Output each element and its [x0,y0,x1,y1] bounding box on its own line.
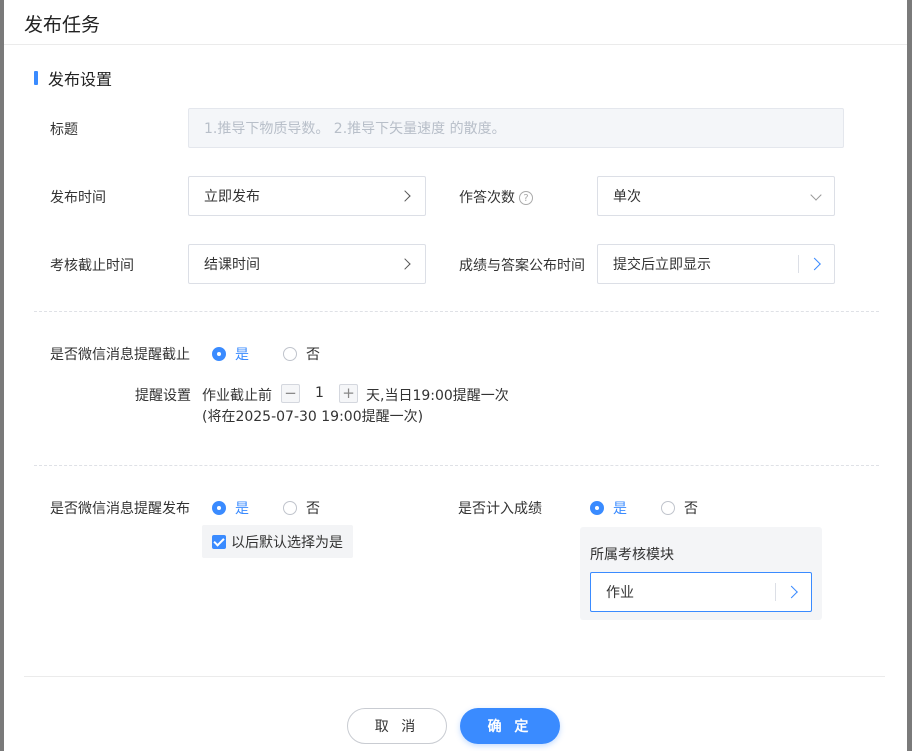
dashed-divider [34,465,879,466]
radio-label: 是 [235,501,249,517]
chevron-right-icon [808,257,821,271]
score-publish-select[interactable]: 提交后立即显示 [597,244,835,284]
score-publish-value: 提交后立即显示 [613,257,711,273]
reminder-no-radio[interactable]: 否 [283,344,320,364]
chevron-down-icon [810,189,822,201]
score-publish-label: 成绩与答案公布时间 [459,258,585,274]
divider [798,255,799,273]
section-title: 发布设置 [48,70,113,89]
dialog-title: 发布任务 [24,14,101,36]
chevron-right-icon [399,190,411,202]
count-score-no-radio[interactable]: 否 [661,498,698,518]
radio-unchecked-icon [283,347,297,361]
reminder-note: (将在2025-07-30 19:00提醒一次) [202,409,424,425]
module-value: 作业 [606,585,634,601]
reminder-before-text: 作业截止前 [202,388,272,404]
radio-checked-icon [590,501,604,515]
deadline-label: 考核截止时间 [50,258,134,274]
attempts-select[interactable]: 单次 [597,176,835,216]
radio-unchecked-icon [661,501,675,515]
radio-label: 否 [684,501,698,517]
chevron-right-icon [399,258,411,270]
reminder-days-value[interactable]: 1 [315,385,324,401]
dialog-header: 发布任务 [4,0,907,45]
count-score-label: 是否计入成绩 [458,501,542,517]
confirm-button[interactable]: 确 定 [460,708,560,744]
module-select[interactable]: 作业 [590,572,812,612]
publish-notify-label: 是否微信消息提醒发布 [50,501,190,517]
section-header: 发布设置 [34,66,112,90]
assessment-module-panel: 所属考核模块 作业 [580,527,822,620]
deadline-select[interactable]: 结课时间 [188,244,426,284]
publish-time-label: 发布时间 [50,190,106,206]
radio-checked-icon [212,347,226,361]
cancel-button[interactable]: 取 消 [347,708,447,744]
reminder-after-text: 天,当日19:00提醒一次 [366,388,509,404]
attempts-label-text: 作答次数 [459,190,515,206]
publish-time-value: 立即发布 [204,189,260,205]
deadline-value: 结课时间 [204,257,260,273]
radio-label: 是 [613,501,627,517]
reminder-setting-label: 提醒设置 [135,388,191,404]
dashed-divider [34,311,879,312]
default-yes-checkbox[interactable]: 以后默认选择为是 [202,525,353,558]
checkbox-label: 以后默认选择为是 [231,534,343,551]
reminder-deadline-label: 是否微信消息提醒截止 [50,347,190,363]
footer-divider [24,676,885,677]
title-label: 标题 [50,122,78,138]
module-label: 所属考核模块 [590,547,674,563]
attempts-label: 作答次数? [459,187,533,207]
title-field[interactable]: 1.推导下物质导数。 2.推导下矢量速度 的散度。 [188,108,844,148]
count-score-yes-radio[interactable]: 是 [590,498,627,518]
publish-notify-no-radio[interactable]: 否 [283,498,320,518]
radio-checked-icon [212,501,226,515]
attempts-value: 单次 [613,189,641,205]
chevron-right-icon [785,585,798,599]
radio-label: 否 [306,501,320,517]
reminder-yes-radio[interactable]: 是 [212,344,249,364]
publish-task-dialog: 发布任务 发布设置 标题 1.推导下物质导数。 2.推导下矢量速度 的散度。 发… [4,0,907,751]
checkbox-checked-icon [212,534,226,549]
increment-button[interactable]: + [339,384,358,403]
divider [775,583,776,601]
publish-time-select[interactable]: 立即发布 [188,176,426,216]
publish-notify-yes-radio[interactable]: 是 [212,498,249,518]
decrement-button[interactable]: − [281,384,300,403]
radio-unchecked-icon [283,501,297,515]
question-icon[interactable]: ? [519,191,533,205]
radio-label: 否 [306,347,320,363]
radio-label: 是 [235,347,249,363]
section-accent-bar [34,71,38,85]
